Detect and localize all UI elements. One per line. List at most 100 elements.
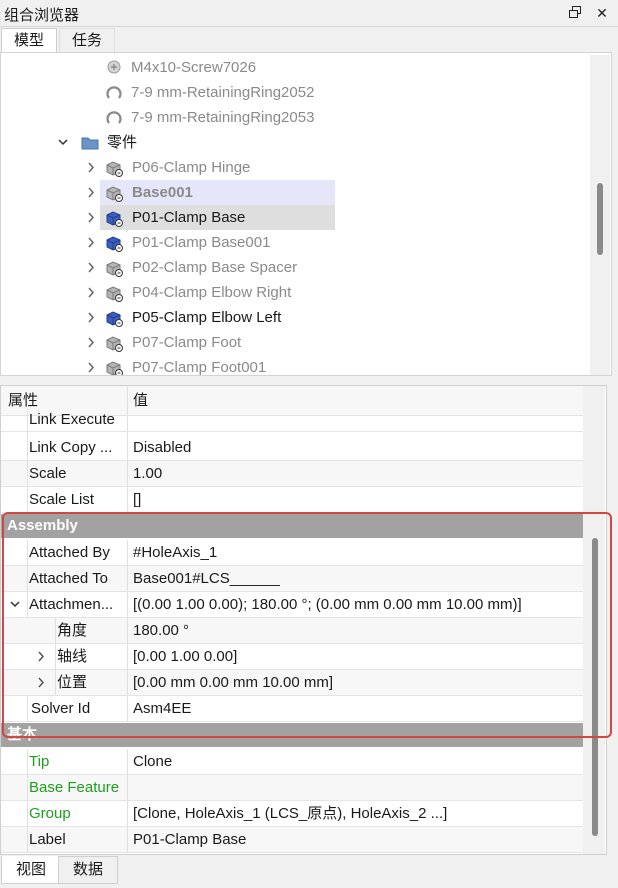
tab-data[interactable]: 数据 — [58, 856, 119, 884]
tab-model[interactable]: 模型 — [1, 28, 58, 53]
tree-item-label: 7-9 mm-RetainingRing2053 — [131, 109, 315, 126]
chevron-right-icon[interactable] — [85, 205, 97, 230]
property-row-solver-id[interactable]: Solver Id Asm4EE — [1, 696, 583, 722]
bottom-tab-bar: 视图 数据 — [0, 856, 618, 888]
retaining-ring-icon — [105, 84, 123, 102]
property-row-scale[interactable]: Scale 1.00 — [1, 461, 583, 487]
tree-item-label: P02-Clamp Base Spacer — [132, 259, 298, 276]
property-value[interactable] — [127, 410, 583, 436]
link-part-icon — [105, 259, 123, 277]
property-key: Attached By — [29, 544, 110, 561]
link-part-icon — [105, 209, 123, 227]
property-value[interactable]: [0.00 1.00 0.00] — [127, 644, 583, 670]
tree-item-label: P05-Clamp Elbow Left — [132, 309, 282, 326]
property-group-assembly[interactable]: Assembly — [1, 514, 583, 538]
tree-item-label: Base001 — [132, 184, 193, 201]
link-part-icon — [105, 359, 123, 375]
property-row-attached-by[interactable]: Attached By #HoleAxis_1 — [1, 540, 583, 566]
tree-item-label: 零件 — [107, 134, 138, 151]
property-value[interactable]: [Clone, HoleAxis_1 (LCS_原点), HoleAxis_2 … — [127, 801, 583, 827]
property-key: Group — [29, 805, 71, 822]
tree-item-label: 7-9 mm-RetainingRing2052 — [131, 84, 315, 101]
property-value[interactable]: [] — [127, 487, 583, 513]
tab-tasks[interactable]: 任务 — [59, 28, 116, 53]
property-row-angle[interactable]: 角度 180.00 ° — [1, 618, 583, 644]
property-scrollbar-thumb[interactable] — [592, 538, 598, 836]
property-key: Base Feature — [29, 779, 120, 796]
property-group-base[interactable]: 基本 — [1, 723, 583, 747]
property-row-axis[interactable]: 轴线 [0.00 1.00 0.00] — [1, 644, 583, 670]
property-row-label[interactable]: Label P01-Clamp Base — [1, 827, 583, 853]
group-title: 基本 — [7, 726, 38, 743]
property-row-attached-to[interactable]: Attached To Base001#LCS______ — [1, 566, 583, 592]
property-value[interactable]: Base001#LCS______ — [127, 566, 583, 592]
tree-item-p02-clamp-base-spacer[interactable]: P02-Clamp Base Spacer — [81, 255, 341, 280]
chevron-right-icon[interactable] — [85, 355, 97, 375]
tree-item-p07-clamp-foot[interactable]: P07-Clamp Foot — [81, 330, 341, 355]
property-key: Scale List — [29, 491, 95, 508]
link-part-icon — [105, 184, 123, 202]
tree-item-label: P04-Clamp Elbow Right — [132, 284, 292, 301]
property-scrollbar[interactable] — [583, 386, 605, 854]
property-row-link-execute[interactable]: Link Execute — [1, 410, 583, 436]
tree-item-label: P07-Clamp Foot001 — [132, 359, 267, 376]
property-key: Attached To — [29, 570, 108, 587]
combo-view-panel: 组合浏览器 ✕ 模型 任务 M4x10-Screw7026 7-9 mm-Ret… — [0, 0, 618, 888]
tree-item-label: P06-Clamp Hinge — [132, 159, 251, 176]
link-part-icon — [105, 159, 123, 177]
tree-item-label: P07-Clamp Foot — [132, 334, 242, 351]
property-row-link-copy[interactable]: Link Copy ... Disabled — [1, 435, 583, 461]
property-row-group[interactable]: Group [Clone, HoleAxis_1 (LCS_原点), HoleA… — [1, 801, 583, 827]
tree-item-label: M4x10-Screw7026 — [131, 59, 257, 76]
close-icon[interactable]: ✕ — [592, 3, 612, 23]
chevron-right-icon[interactable] — [85, 180, 97, 205]
tree-item-p01-clamp-base[interactable]: P01-Clamp Base — [100, 205, 335, 230]
property-key: Scale — [29, 465, 67, 482]
tree-item-p05-clamp-elbow-left[interactable]: P05-Clamp Elbow Left — [81, 305, 341, 330]
property-key: Link Copy ... — [29, 439, 113, 456]
property-value[interactable]: 180.00 ° — [127, 618, 583, 644]
tree-item-p06-clamp-hinge[interactable]: P06-Clamp Hinge — [81, 155, 341, 180]
property-value[interactable]: Clone — [127, 749, 583, 775]
tree-item-base001[interactable]: Base001 — [100, 180, 335, 205]
tree-item-ring2053[interactable]: 7-9 mm-RetainingRing2053 — [101, 105, 341, 130]
panel-title: 组合浏览器 — [4, 7, 80, 24]
property-value[interactable]: #HoleAxis_1 — [127, 540, 583, 566]
chevron-down-icon[interactable] — [57, 130, 69, 164]
property-value[interactable] — [127, 775, 583, 801]
link-part-icon — [105, 334, 123, 352]
float-window-icon[interactable] — [565, 3, 585, 23]
property-key: 位置 — [57, 674, 88, 691]
tree-scrollbar-thumb[interactable] — [597, 183, 603, 255]
property-key: 角度 — [57, 622, 88, 639]
property-row-tip[interactable]: Tip Clone — [1, 749, 583, 775]
tree-item-screw7026[interactable]: M4x10-Screw7026 — [101, 55, 341, 80]
property-value[interactable]: Asm4EE — [127, 696, 583, 722]
property-value[interactable]: 1.00 — [127, 461, 583, 487]
property-key: Attachmen... — [29, 596, 114, 613]
property-row-scale-list[interactable]: Scale List [] — [1, 487, 583, 513]
property-row-position[interactable]: 位置 [0.00 mm 0.00 mm 10.00 mm] — [1, 670, 583, 696]
property-key: 轴线 — [57, 648, 88, 665]
tree-item-ring2052[interactable]: 7-9 mm-RetainingRing2052 — [101, 80, 341, 105]
tab-view[interactable]: 视图 — [1, 856, 62, 884]
property-value[interactable]: Disabled — [127, 435, 583, 461]
model-tree: M4x10-Screw7026 7-9 mm-RetainingRing2052… — [0, 52, 612, 376]
property-value[interactable]: P01-Clamp Base — [127, 827, 583, 853]
top-tab-bar: 模型 任务 — [0, 28, 618, 53]
link-part-icon — [105, 284, 123, 302]
screw-icon — [105, 59, 123, 77]
tree-item-p07-clamp-foot001[interactable]: P07-Clamp Foot001 — [81, 355, 341, 376]
retaining-ring-icon — [105, 109, 123, 127]
property-value[interactable]: [(0.00 1.00 0.00); 180.00 °; (0.00 mm 0.… — [127, 592, 583, 618]
property-value[interactable]: [0.00 mm 0.00 mm 10.00 mm] — [127, 670, 583, 696]
tree-item-parts-folder[interactable]: 零件 — [55, 130, 255, 155]
property-row-base-feature[interactable]: Base Feature — [1, 775, 583, 801]
property-key: Link Execute — [29, 411, 115, 428]
tree-item-p01-clamp-base001[interactable]: P01-Clamp Base001 — [81, 230, 341, 255]
tree-item-p04-clamp-elbow-right[interactable]: P04-Clamp Elbow Right — [81, 280, 341, 305]
tree-scrollbar[interactable] — [590, 55, 610, 375]
property-row-attachment-offset[interactable]: Attachmen... [(0.00 1.00 0.00); 180.00 °… — [1, 592, 583, 618]
property-key: Label — [29, 831, 66, 848]
group-title: Assembly — [7, 517, 78, 534]
